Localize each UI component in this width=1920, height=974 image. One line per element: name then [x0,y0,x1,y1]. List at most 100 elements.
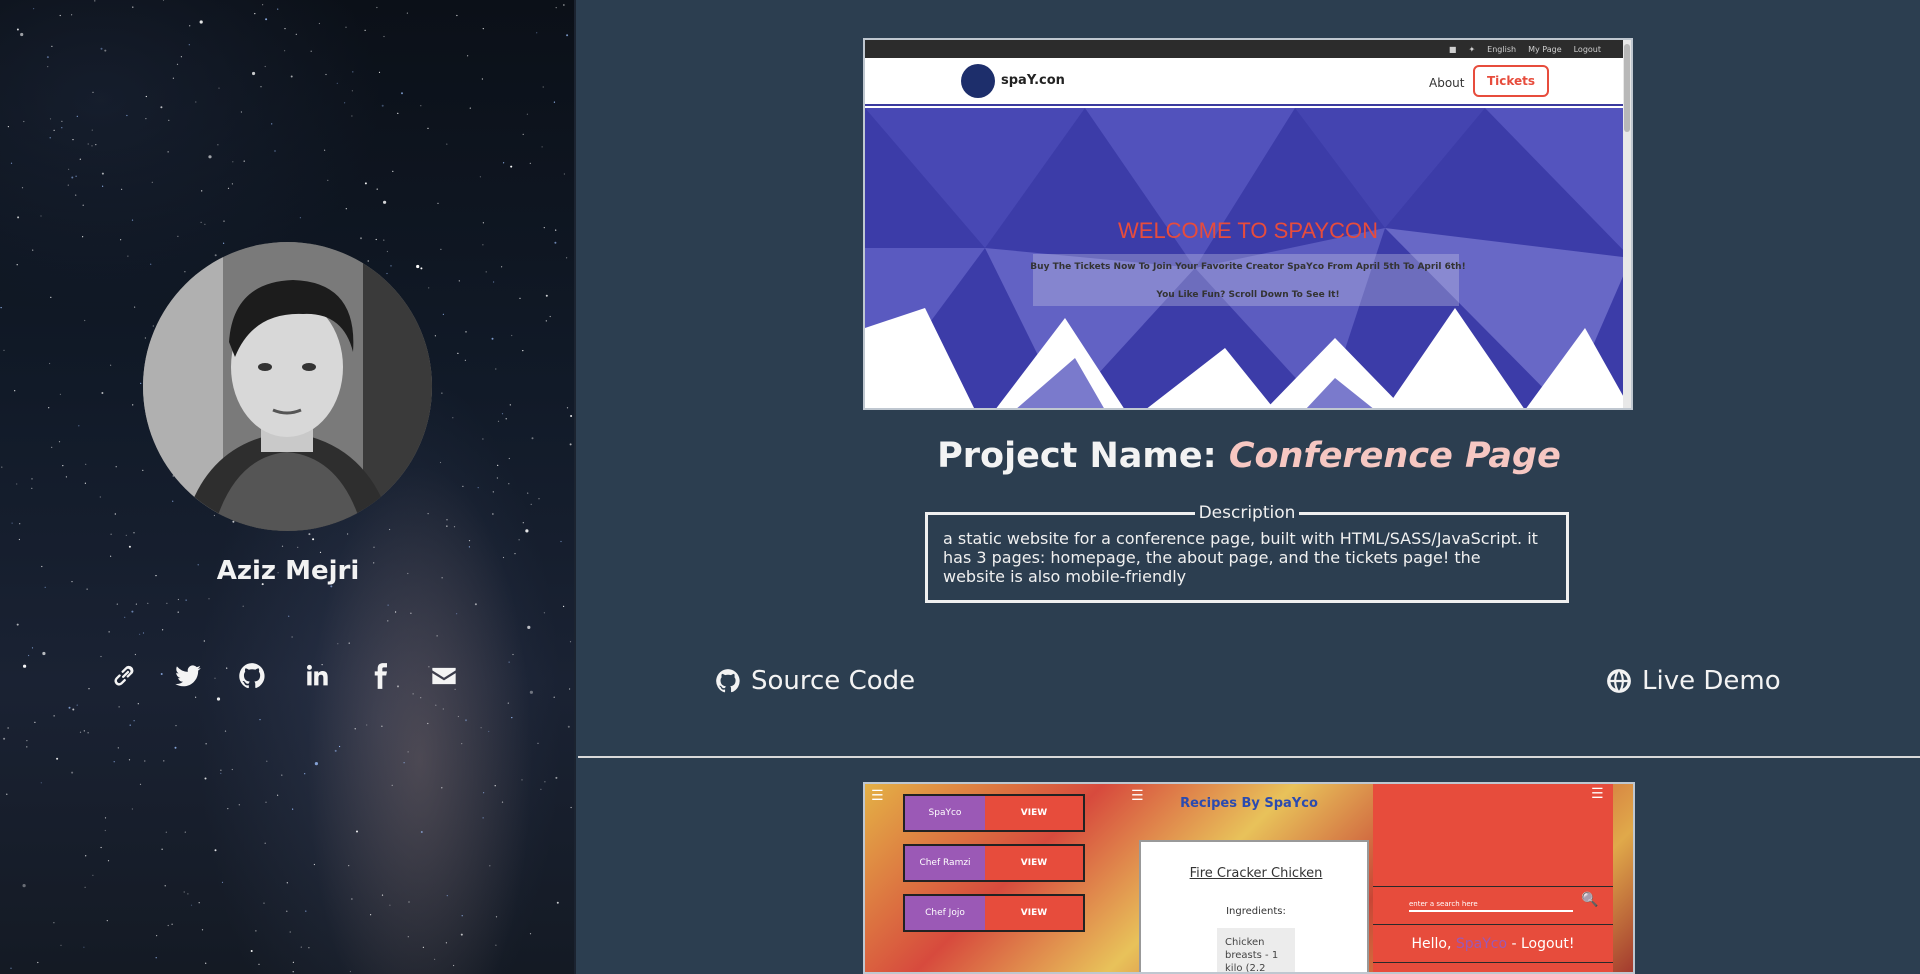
star [127,255,129,257]
star [163,760,165,762]
twitter-icon[interactable] [172,660,204,692]
star [437,202,439,204]
star [16,264,18,266]
star [488,730,490,733]
star [19,523,21,525]
star [492,491,494,493]
star [177,598,179,601]
star [351,898,353,900]
preview-logo-text: spaY.con [1001,73,1065,88]
star [91,145,93,147]
link-icon[interactable] [108,660,140,692]
preview-divider [1373,924,1613,925]
star [482,244,484,246]
preview-chef-view: VIEW [985,896,1083,930]
star [131,219,134,221]
star [40,782,42,784]
star [133,720,135,722]
star [102,185,104,187]
star [366,724,368,726]
star [78,425,80,427]
star [563,173,566,175]
star [530,503,532,505]
star [46,56,49,59]
star [339,745,341,748]
star [144,337,146,339]
star [139,783,142,785]
preview-chef-row: Chef Ramzi VIEW [903,844,1085,882]
star [521,779,523,781]
star [11,522,13,524]
star [104,817,107,819]
star [297,546,299,549]
star [512,653,514,656]
star [351,115,353,117]
star [389,904,391,906]
github-icon [716,669,740,693]
star [26,746,28,748]
envelope-icon[interactable] [428,660,460,692]
star [310,50,312,52]
preview-navbar: spaY.con About Tickets [865,58,1631,106]
star [376,6,378,9]
live-demo-link[interactable]: Live Demo [1606,666,1781,696]
project-screenshot[interactable]: ■ ✦ English My Page Logout spaY.con Abou… [863,38,1633,410]
star [364,29,366,31]
star [208,598,210,600]
star [31,487,33,489]
star [420,267,423,270]
star [383,239,385,241]
star [324,149,326,151]
star [545,320,547,322]
project-screenshot[interactable]: ☰ SpaYco VIEW Chef Ramzi VIEW Chef Jojo … [863,782,1635,974]
source-code-link[interactable]: Source Code [715,666,915,696]
star [354,728,356,730]
star [509,404,511,406]
star [468,546,470,548]
star [446,143,448,145]
preview-chef-name: Chef Jojo [905,896,985,930]
star [151,181,153,183]
star [68,168,70,170]
star [286,910,288,912]
star [87,732,89,734]
star [337,643,339,645]
star [114,513,116,515]
star [208,155,212,159]
star [71,176,74,179]
star [47,66,49,68]
star [48,407,50,409]
facebook-icon[interactable] [364,660,396,692]
star [489,865,491,867]
star [79,731,82,733]
description-text: a static website for a conference page, … [943,529,1538,586]
star [21,187,24,189]
star [232,161,234,163]
social-links [108,660,460,692]
star [110,533,112,535]
star [104,49,107,52]
star [7,126,9,128]
github-icon[interactable] [236,660,268,692]
star [95,144,97,146]
star [76,704,78,706]
star [531,437,534,440]
star [469,107,471,109]
star [501,413,504,415]
star [3,349,5,351]
star [543,612,546,614]
star [263,902,265,904]
star [299,217,301,219]
star [495,944,497,946]
linkedin-icon[interactable] [300,660,332,692]
star [503,162,505,164]
star [456,613,458,615]
star [187,893,189,895]
preview-hello-user: SpaYco [1455,936,1508,952]
star [442,313,444,315]
star [243,160,245,162]
star [254,13,256,15]
star [407,936,409,938]
star [370,914,372,916]
star [383,35,385,38]
